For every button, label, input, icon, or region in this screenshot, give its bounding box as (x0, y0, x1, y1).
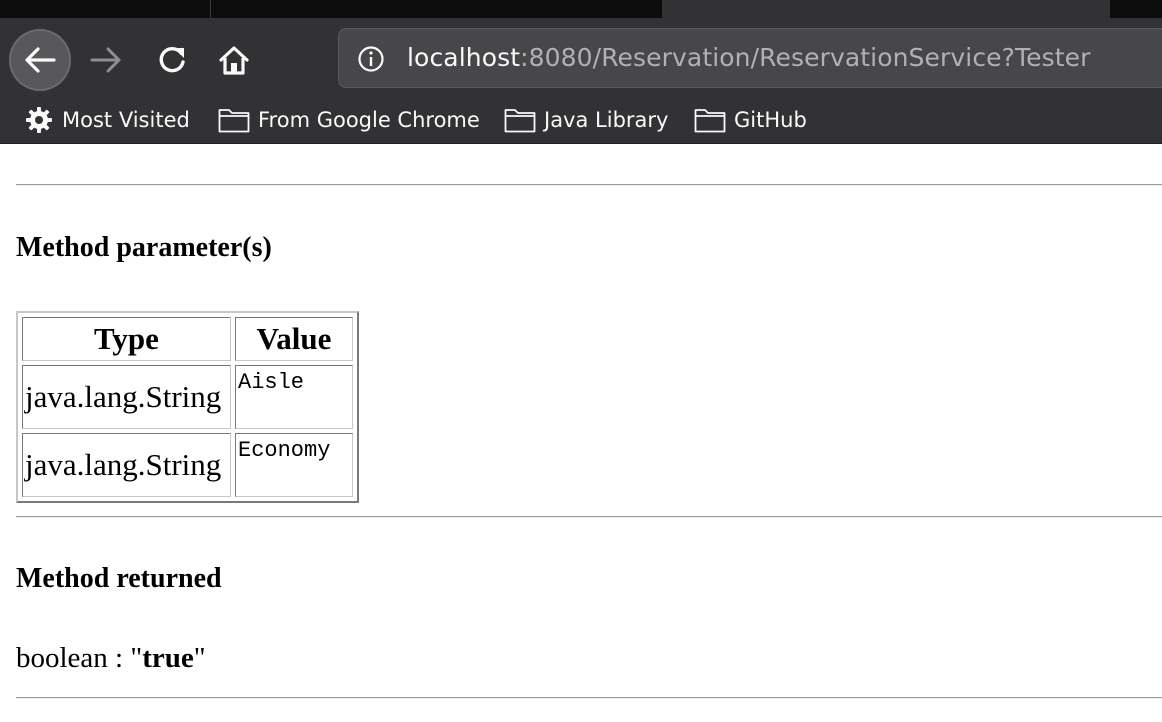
param-type-cell: java.lang.String (22, 433, 231, 497)
reload-button[interactable] (150, 40, 194, 80)
bookmark-label: From Google Chrome (258, 108, 480, 132)
active-tab[interactable] (662, 0, 1110, 18)
url-path: :8080/Reservation/ReservationService?Tes… (520, 43, 1091, 72)
param-value-cell: Economy (235, 433, 353, 497)
column-header-type: Type (22, 317, 231, 361)
bookmark-label: Most Visited (62, 108, 190, 132)
method-parameters-heading: Method parameter(s) (16, 232, 272, 263)
divider (16, 184, 1162, 186)
reload-icon (159, 46, 185, 73)
parameters-table: Type Value java.lang.String Aisle java.l… (16, 311, 359, 503)
divider (16, 516, 1162, 518)
home-icon (219, 46, 249, 75)
arrow-right-icon (90, 47, 121, 73)
url-text[interactable]: localhost:8080/Reservation/ReservationSe… (407, 43, 1091, 72)
result-prefix: boolean : " (16, 642, 143, 674)
result-suffix: " (193, 642, 206, 674)
returned-value: boolean : "true" (16, 642, 206, 675)
bookmark-label: GitHub (734, 108, 807, 132)
divider (16, 697, 1162, 699)
bookmark-most-visited[interactable]: Most Visited (24, 107, 190, 133)
forward-button[interactable] (84, 40, 128, 80)
navigation-toolbar: localhost:8080/Reservation/ReservationSe… (0, 18, 1162, 100)
back-button[interactable] (9, 29, 71, 91)
bookmarks-toolbar: Most Visited From Google Chrome Java Lib… (0, 100, 1162, 144)
table-row: java.lang.String Economy (22, 433, 353, 497)
column-header-value: Value (235, 317, 353, 361)
tab-separator (210, 0, 211, 18)
home-button[interactable] (212, 40, 256, 80)
arrow-left-icon (25, 47, 56, 73)
table-header-row: Type Value (22, 317, 353, 361)
param-type-cell: java.lang.String (22, 365, 231, 429)
bookmark-folder-java-library[interactable]: Java Library (504, 107, 668, 133)
bookmark-label: Java Library (544, 108, 669, 132)
table-row: java.lang.String Aisle (22, 365, 353, 429)
param-value-cell: Aisle (235, 365, 353, 429)
bookmark-folder-github[interactable]: GitHub (694, 107, 807, 133)
address-bar[interactable]: localhost:8080/Reservation/ReservationSe… (338, 28, 1162, 88)
folder-icon (218, 107, 250, 133)
info-icon[interactable] (357, 45, 385, 73)
result-value: true (142, 642, 194, 674)
folder-icon (504, 107, 536, 133)
folder-icon (694, 107, 726, 133)
gear-icon (24, 105, 54, 135)
method-returned-heading: Method returned (16, 563, 222, 594)
bookmark-folder-from-google-chrome[interactable]: From Google Chrome (218, 107, 480, 133)
url-host: localhost (407, 43, 521, 72)
tab-strip (0, 0, 1162, 18)
